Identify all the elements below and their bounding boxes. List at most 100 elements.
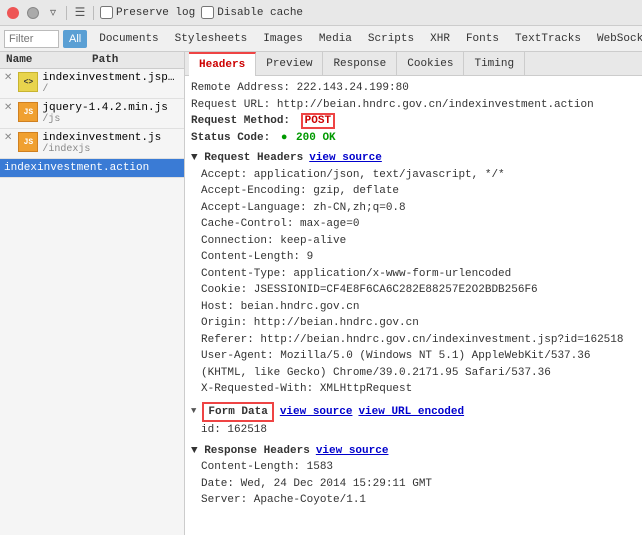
filter-tab-scripts[interactable]: Scripts — [360, 30, 422, 48]
clear-button[interactable] — [26, 6, 40, 20]
header-cookie: Cookie: JSESSIONID=CF4E8F6CA6C282E88257E… — [191, 282, 636, 299]
status-code-line: Status Code: ● 200 OK — [191, 130, 636, 147]
form-data-id: id: 162518 — [201, 424, 267, 436]
file-info: indexinvestment.action — [4, 162, 180, 174]
record-button[interactable] — [6, 6, 20, 20]
file-info: indexinvestment.jsp?i... / — [42, 72, 180, 95]
list-icon[interactable]: ☰ — [73, 6, 87, 20]
preserve-log-checkbox[interactable] — [100, 6, 113, 19]
file-item-action[interactable]: indexinvestment.action — [0, 159, 184, 178]
form-data-label: Form Data — [208, 404, 267, 421]
response-headers-label: ▼ Response Headers — [191, 443, 310, 460]
disable-cache-checkbox-label[interactable]: Disable cache — [201, 6, 303, 19]
file-info: jquery-1.4.2.min.js /js — [42, 102, 180, 125]
request-url-line: Request URL: http://beian.hndrc.gov.cn/i… — [191, 97, 636, 114]
header-user-agent-cont: (KHTML, like Gecko) Chrome/39.0.2171.95 … — [191, 365, 636, 382]
filter-tab-texttracks[interactable]: TextTracks — [507, 30, 589, 48]
file-item-jquery[interactable]: ✕ JS jquery-1.4.2.min.js /js — [0, 99, 184, 129]
js-icon: JS — [18, 102, 38, 122]
file-item-jsp[interactable]: ✕ <> indexinvestment.jsp?i... / — [0, 69, 184, 99]
request-method-value: POST — [301, 113, 335, 129]
filter-tab-fonts[interactable]: Fonts — [458, 30, 507, 48]
filter-icon[interactable]: ▿ — [46, 6, 60, 20]
request-url-text: Request URL: http://beian.hndrc.gov.cn/i… — [191, 99, 594, 111]
status-value: 200 OK — [296, 132, 336, 144]
left-panel: Name Path ✕ <> indexinvestment.jsp?i... … — [0, 52, 185, 535]
request-method-label: Request Method: — [191, 115, 290, 127]
file-name: jquery-1.4.2.min.js — [42, 102, 180, 114]
main-area: Name Path ✕ <> indexinvestment.jsp?i... … — [0, 52, 642, 535]
filter-tab-stylesheets[interactable]: Stylesheets — [167, 30, 256, 48]
close-icon[interactable]: ✕ — [4, 132, 12, 144]
filter-tab-documents[interactable]: Documents — [91, 30, 166, 48]
tabs-row: Headers Preview Response Cookies Timing — [185, 52, 642, 76]
file-path: / — [42, 84, 180, 95]
header-cache-control: Cache-Control: max-age=0 — [191, 216, 636, 233]
close-icon[interactable]: ✕ — [4, 102, 12, 114]
request-headers-label: ▼ Request Headers — [191, 150, 303, 167]
form-data-value: id: 162518 — [191, 422, 636, 439]
toolbar: ▿ ☰ Preserve log Disable cache — [0, 0, 642, 26]
remote-address-text: Remote Address: 222.143.24.199:80 — [191, 82, 409, 94]
header-accept: Accept: application/json, text/javascrip… — [191, 167, 636, 184]
left-panel-header: Name Path — [0, 52, 184, 69]
preserve-log-checkbox-label[interactable]: Preserve log — [100, 6, 195, 19]
view-source2-link[interactable]: view source — [280, 404, 353, 421]
file-info: indexinvestment.js /indexjs — [42, 132, 180, 155]
request-headers-section: ▼ Request Headers view source — [191, 150, 636, 167]
view-source-link[interactable]: view source — [309, 150, 382, 167]
tab-preview[interactable]: Preview — [256, 52, 323, 76]
header-accept-language: Accept-Language: zh-CN,zh;q=0.8 — [191, 200, 636, 217]
view-source3-link[interactable]: view source — [316, 443, 389, 460]
disable-cache-label: Disable cache — [217, 7, 303, 19]
status-code-label: Status Code: — [191, 132, 270, 144]
right-panel: Headers Preview Response Cookies Timing … — [185, 52, 642, 535]
header-x-requested-with: X-Requested-With: XMLHttpRequest — [191, 381, 636, 398]
header-content-type: Content-Type: application/x-www-form-url… — [191, 266, 636, 283]
form-data-box: Form Data — [202, 402, 273, 423]
header-user-agent: User-Agent: Mozilla/5.0 (Windows NT 5.1)… — [191, 348, 636, 365]
view-url-encoded-link[interactable]: view URL encoded — [358, 404, 464, 421]
divider2 — [93, 6, 94, 20]
file-path: /js — [42, 114, 180, 125]
header-host: Host: beian.hndrc.gov.cn — [191, 299, 636, 316]
all-button[interactable]: All — [63, 30, 87, 48]
form-data-triangle: ▼ — [191, 405, 196, 419]
header-accept-encoding: Accept-Encoding: gzip, deflate — [191, 183, 636, 200]
file-path: /indexjs — [42, 144, 180, 155]
divider — [66, 6, 67, 20]
col-path: Path — [92, 54, 178, 66]
header-referer: Referer: http://beian.hndrc.gov.cn/index… — [191, 332, 636, 349]
filter-tab-images[interactable]: Images — [255, 30, 311, 48]
file-name: indexinvestment.action — [4, 162, 180, 174]
filter-tab-media[interactable]: Media — [311, 30, 360, 48]
header-connection: Connection: keep-alive — [191, 233, 636, 250]
resp-header-server: Server: Apache-Coyote/1.1 — [191, 492, 636, 509]
file-name: indexinvestment.jsp?i... — [42, 72, 180, 84]
js-icon: JS — [18, 132, 38, 152]
header-origin: Origin: http://beian.hndrc.gov.cn — [191, 315, 636, 332]
tab-cookies[interactable]: Cookies — [397, 52, 464, 76]
disable-cache-checkbox[interactable] — [201, 6, 214, 19]
file-name: indexinvestment.js — [42, 132, 180, 144]
request-method-line: Request Method: POST — [191, 113, 636, 130]
header-content-length: Content-Length: 9 — [191, 249, 636, 266]
filter-tab-websockets[interactable]: WebSockets — [589, 30, 642, 48]
resp-header-content-length: Content-Length: 1583 — [191, 459, 636, 476]
filter-tabs: Documents Stylesheets Images Media Scrip… — [91, 30, 642, 48]
jsp-icon: <> — [18, 72, 38, 92]
remote-address-line: Remote Address: 222.143.24.199:80 — [191, 80, 636, 97]
tab-timing[interactable]: Timing — [464, 52, 525, 76]
filter-tab-xhr[interactable]: XHR — [422, 30, 458, 48]
form-data-section: ▼ Form Data view source view URL encoded — [191, 402, 636, 423]
filter-input[interactable] — [4, 30, 59, 48]
status-dot: ● — [281, 132, 288, 144]
resp-header-date: Date: Wed, 24 Dec 2014 15:29:11 GMT — [191, 476, 636, 493]
close-icon[interactable]: ✕ — [4, 72, 12, 84]
tab-headers[interactable]: Headers — [189, 52, 256, 76]
tab-response[interactable]: Response — [323, 52, 397, 76]
preserve-log-label: Preserve log — [116, 7, 195, 19]
filter-row: All Documents Stylesheets Images Media S… — [0, 26, 642, 52]
content-area: Remote Address: 222.143.24.199:80 Reques… — [185, 76, 642, 535]
file-item-indexjs[interactable]: ✕ JS indexinvestment.js /indexjs — [0, 129, 184, 159]
